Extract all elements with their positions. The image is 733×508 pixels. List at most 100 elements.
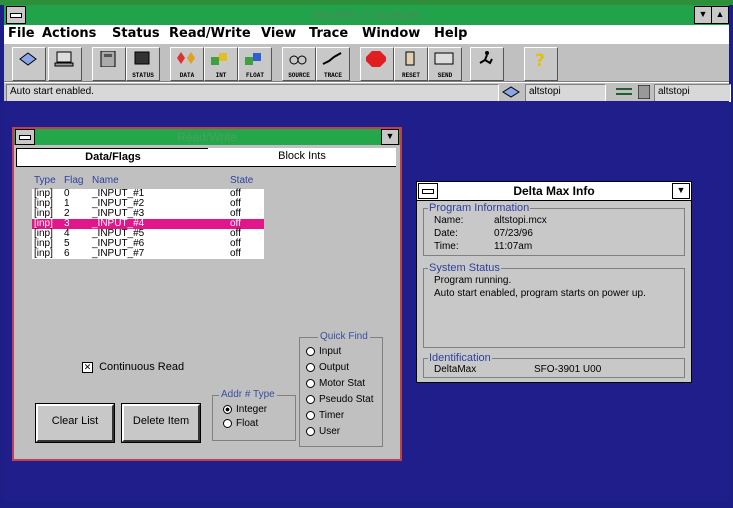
quick-find-label: Input [319, 346, 342, 357]
connect-icon [19, 52, 37, 66]
program-name-value: altstopi.mcx [494, 215, 547, 226]
toolbar-stop-button[interactable] [360, 47, 394, 81]
source-icon [289, 55, 307, 65]
quick-find-option[interactable]: Timer [306, 410, 344, 421]
toolbar-data-label: DATA [179, 72, 195, 79]
equals-icon [616, 88, 632, 95]
desktop-area: Read/Write ▼ Data/Flags Block Ints Type … [4, 101, 729, 502]
system-status-line-1: Program running. [434, 275, 512, 286]
quick-find-option[interactable]: Input [306, 346, 341, 357]
app-titlebar: MachPro 1 Analyzer ▼ ▲ [4, 5, 729, 25]
data-icon [177, 52, 195, 64]
program-info-section: Program Information Name: altstopi.mcx D… [423, 202, 685, 256]
toolbar-cabinet-button[interactable] [92, 47, 126, 81]
clear-list-button[interactable]: Clear List [35, 403, 115, 443]
toolbar-status-button[interactable]: STATUS [126, 47, 160, 81]
trace-icon [322, 52, 342, 65]
toolbar-help-button[interactable]: ? [524, 47, 558, 81]
cabinet-status-icon [638, 85, 650, 99]
read-write-title: Read/Write [177, 130, 237, 144]
quick-find-label: Timer [319, 410, 345, 421]
quick-find-radio[interactable] [306, 346, 315, 356]
toolbar-data-button[interactable]: DATA [170, 47, 204, 81]
menu-help[interactable]: Help [434, 26, 467, 41]
quick-find-label: User [319, 426, 341, 437]
system-status-section: System Status Program running. Auto star… [423, 262, 685, 348]
read-write-minimize[interactable]: ▼ [381, 129, 399, 145]
quick-find-radio[interactable] [306, 378, 315, 388]
system-status-line-2: Auto start enabled, program starts on po… [434, 288, 646, 299]
toolbar-int-button[interactable]: INT [204, 47, 238, 81]
col-type: Type [34, 175, 56, 186]
quick-find-label: Output [319, 362, 350, 373]
toolbar-trace-button[interactable]: TRACE [316, 47, 350, 81]
radio-float-dot[interactable] [223, 418, 232, 428]
row-flag: 6 [64, 248, 70, 259]
menu-status[interactable]: Status [112, 26, 160, 41]
row-type: [inp] [34, 248, 53, 259]
toolbar-source-button[interactable]: SOURCE [282, 47, 316, 81]
identification-title: Identification [428, 352, 492, 364]
addr-type-title: Addr # Type [219, 389, 277, 400]
menu-actions[interactable]: Actions [42, 26, 96, 41]
menu-trace[interactable]: Trace [309, 26, 348, 41]
toolbar-computer-button[interactable] [48, 47, 82, 81]
computer-icon [54, 51, 74, 67]
info-minimize[interactable]: ▼ [672, 183, 690, 199]
quick-find-radio[interactable] [306, 410, 315, 420]
menu-window[interactable]: Window [362, 26, 420, 41]
table-row[interactable]: [inp] 6 _INPUT_#7 off [32, 249, 264, 259]
row-name: _INPUT_#7 [92, 248, 145, 259]
quick-find-label: Motor Stat [319, 378, 366, 389]
toolbar-source-label: SOURCE [288, 72, 310, 79]
radio-integer[interactable]: Integer [223, 404, 267, 415]
toolbar-reset-button[interactable]: RESET [394, 47, 428, 81]
toolbar-float-button[interactable]: FLOAT [238, 47, 272, 81]
toolbar-run-button[interactable] [470, 47, 504, 81]
menu-file[interactable]: File [8, 26, 35, 41]
quick-find-radio[interactable] [306, 426, 315, 436]
continuous-read[interactable]: ✕ Continuous Read [82, 361, 184, 373]
minimize-button[interactable]: ▼ [694, 6, 712, 24]
addr-type-group: Addr # Type Integer Float [212, 389, 296, 441]
quick-find-radio[interactable] [306, 394, 315, 404]
col-name: Name [92, 175, 119, 186]
program-name-label: Name: [434, 215, 464, 226]
table-header: Type Flag Name State [34, 176, 264, 186]
cabinet-icon [100, 51, 116, 67]
radio-integer-dot[interactable] [223, 404, 232, 414]
menu-read-write[interactable]: Read/Write [169, 26, 251, 41]
quick-find-title: Quick Find [318, 331, 370, 342]
program-info-title: Program Information [428, 202, 531, 214]
quick-find-option[interactable]: Output [306, 362, 349, 373]
stop-icon [366, 51, 386, 67]
app-title: MachPro 1 Analyzer [312, 8, 421, 22]
runner-icon [479, 51, 493, 65]
tab-data-flags[interactable]: Data/Flags [16, 148, 210, 167]
reset-icon [405, 51, 415, 66]
data-flags-panel: Type Flag Name State [inp] 0 _INPUT_#1 off[… [16, 166, 396, 455]
read-write-titlebar: Read/Write ▼ [14, 129, 400, 145]
toolbar: STATUS DATA INT FLOAT SOURCE TRACE RESET… [4, 44, 729, 82]
col-flag: Flag [64, 175, 84, 186]
quick-find-option[interactable]: User [306, 426, 340, 437]
quick-find-radio[interactable] [306, 362, 315, 372]
quick-find-option[interactable]: Motor Stat [306, 378, 365, 389]
program-time-value: 11:07am [494, 241, 533, 252]
radio-float[interactable]: Float [223, 418, 258, 429]
tab-block-ints[interactable]: Block Ints [208, 148, 396, 167]
delete-item-button[interactable]: Delete Item [121, 403, 201, 443]
continuous-read-checkbox[interactable]: ✕ [82, 361, 93, 373]
toolbar-float-label: FLOAT [245, 72, 264, 79]
status-message: Auto start enabled. [6, 84, 499, 102]
quick-find-option[interactable]: Pseudo Stat [306, 394, 373, 405]
toolbar-reset-label: RESET [401, 72, 420, 79]
toolbar-connect-button[interactable] [12, 47, 46, 81]
status-bar: Auto start enabled. altstopi altstopi [4, 82, 731, 102]
quick-find-group: Quick Find Input Output Motor Stat Pseudo S… [299, 331, 383, 447]
menu-view[interactable]: View [261, 26, 296, 41]
help-icon: ? [535, 51, 545, 67]
delta-max-info-window: Delta Max Info ▼ Program Information Nam… [416, 181, 692, 383]
toolbar-send-button[interactable]: SEND [428, 47, 462, 81]
maximize-button[interactable]: ▲ [711, 6, 729, 24]
